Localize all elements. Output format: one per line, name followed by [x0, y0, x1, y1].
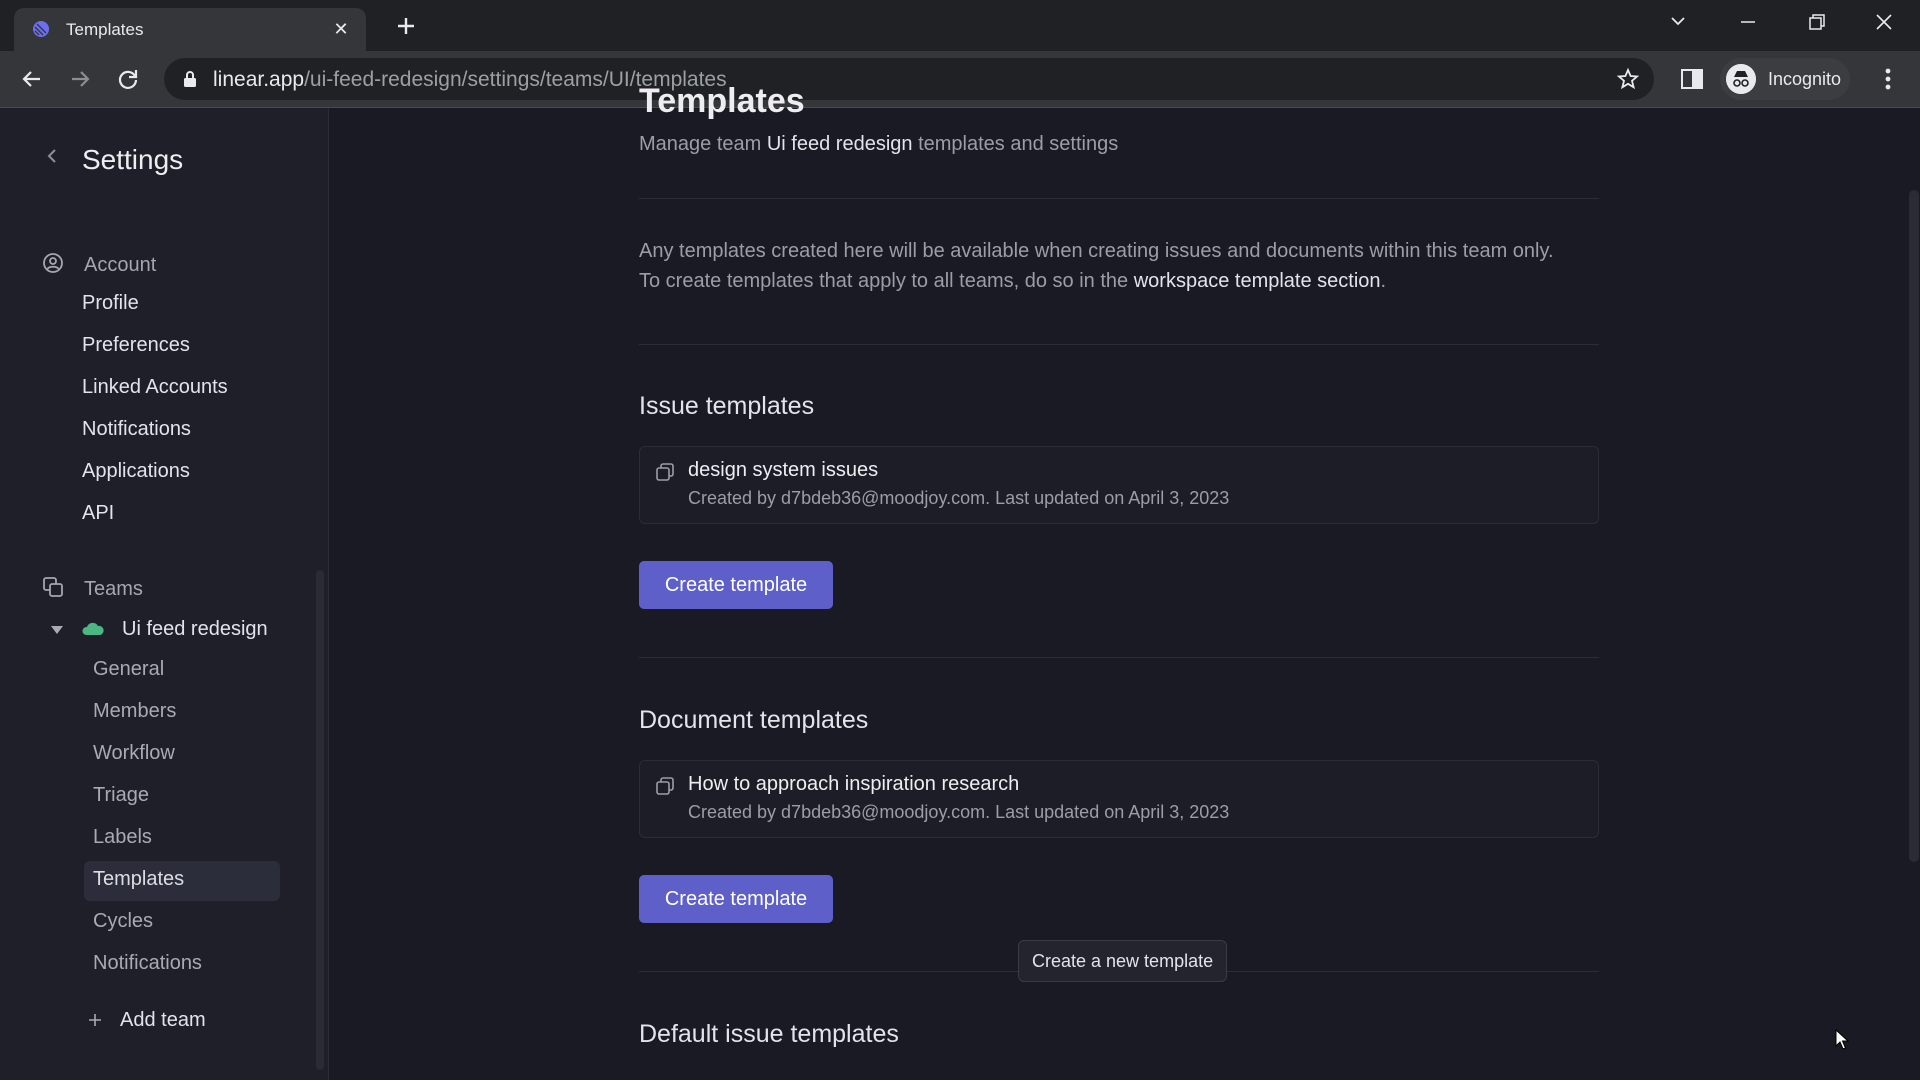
incognito-icon — [1726, 64, 1756, 94]
minimize-icon[interactable] — [1728, 8, 1768, 36]
info-line-1: Any templates created here will be avail… — [639, 240, 1554, 262]
incognito-profile-button[interactable]: Incognito — [1720, 58, 1850, 100]
info-line-2-suffix: . — [1380, 270, 1387, 292]
sidebar-item-api[interactable]: API — [82, 502, 114, 525]
sidebar-item-linked-accounts[interactable]: Linked Accounts — [82, 376, 228, 399]
template-name: design system issues — [688, 459, 879, 481]
forward-icon[interactable] — [66, 65, 94, 93]
reload-icon[interactable] — [114, 65, 142, 93]
divider — [639, 657, 1599, 658]
subtitle-suffix: templates and settings — [918, 133, 1119, 155]
sidebar-item-cycles[interactable]: Cycles — [93, 910, 153, 933]
browser-toolbar: linear.app/ui-feed-redesign/settings/tea… — [0, 51, 1920, 108]
plus-icon — [89, 1014, 101, 1026]
sidebar-title: Settings — [82, 144, 184, 175]
team-row-ui-feed-redesign[interactable]: Ui feed redesign — [46, 614, 306, 646]
create-document-template-button[interactable]: Create template — [639, 875, 833, 923]
page-title: Templates — [639, 82, 805, 120]
linear-logo-icon — [33, 21, 49, 37]
issue-templates-heading: Issue templates — [639, 392, 815, 420]
account-icon — [43, 253, 63, 273]
divider — [639, 198, 1599, 199]
url-host: linear.app — [213, 68, 305, 91]
tab-title: Templates — [66, 20, 144, 39]
browser-tab[interactable]: Templates ✕ — [14, 8, 366, 51]
sidebar-item-profile[interactable]: Profile — [82, 292, 139, 315]
back-chevron-icon[interactable] — [42, 146, 62, 166]
side-panel-icon[interactable] — [1678, 65, 1706, 93]
info-line-2: To create templates that apply to all te… — [639, 266, 1619, 296]
new-tab-icon[interactable] — [392, 12, 420, 40]
browser-tab-bar: Templates ✕ — [0, 0, 1920, 51]
workspace-template-link[interactable]: workspace template section — [1134, 270, 1381, 292]
sidebar-item-labels[interactable]: Labels — [93, 826, 152, 849]
mouse-cursor-icon — [1835, 1029, 1849, 1050]
sidebar-item-workflow[interactable]: Workflow — [93, 742, 175, 765]
caret-down-icon[interactable] — [50, 624, 64, 636]
issue-template-card[interactable]: design system issues Created by d7bdeb36… — [639, 446, 1599, 524]
address-bar[interactable]: linear.app/ui-feed-redesign/settings/tea… — [164, 58, 1654, 100]
default-issue-templates-heading: Default issue templates — [639, 1020, 899, 1048]
sidebar-item-preferences[interactable]: Preferences — [82, 334, 190, 357]
template-meta: Created by d7bdeb36@moodjoy.com. Last up… — [688, 802, 1230, 822]
template-copy-icon — [656, 463, 674, 481]
sidebar-item-general[interactable]: General — [93, 658, 164, 681]
browser-menu-icon[interactable] — [1876, 63, 1900, 95]
add-team-label: Add team — [120, 1009, 206, 1031]
sidebar-scrollbar[interactable] — [316, 570, 324, 1070]
team-name: Ui feed redesign — [122, 618, 268, 640]
document-template-card[interactable]: How to approach inspiration research Cre… — [639, 760, 1599, 838]
template-copy-icon — [656, 777, 674, 795]
sidebar-item-templates[interactable]: Templates — [93, 868, 184, 891]
page-subtitle: Manage team Ui feed redesign templates a… — [639, 133, 1118, 156]
settings-sidebar: Settings Account Profile Preferences Lin… — [0, 108, 329, 1080]
teams-icon — [43, 577, 63, 597]
team-cloud-icon — [82, 622, 104, 635]
lock-icon[interactable] — [182, 70, 198, 88]
sidebar-item-members[interactable]: Members — [93, 700, 176, 723]
subtitle-prefix: Manage team — [639, 133, 762, 155]
document-templates-heading: Document templates — [639, 706, 869, 734]
main-scrollbar[interactable] — [1909, 190, 1919, 862]
template-meta: Created by d7bdeb36@moodjoy.com. Last up… — [688, 488, 1230, 508]
incognito-label: Incognito — [1768, 69, 1842, 89]
template-name: How to approach inspiration research — [688, 773, 1020, 795]
restore-icon[interactable] — [1796, 8, 1836, 36]
subtitle-team-name: Ui feed redesign — [766, 133, 913, 155]
info-text: Any templates created here will be avail… — [639, 236, 1619, 296]
sidebar-item-account-notifications[interactable]: Notifications — [82, 418, 191, 441]
account-section-label: Account — [84, 254, 157, 276]
close-tab-icon[interactable]: ✕ — [330, 18, 352, 40]
sidebar-item-applications[interactable]: Applications — [82, 460, 190, 483]
teams-section-label: Teams — [84, 578, 143, 600]
back-icon[interactable] — [18, 65, 46, 93]
sidebar-item-triage[interactable]: Triage — [93, 784, 149, 807]
info-line-2-prefix: To create templates that apply to all te… — [639, 270, 1129, 292]
tab-search-icon[interactable] — [1658, 8, 1698, 36]
close-window-icon[interactable] — [1864, 8, 1904, 36]
create-issue-template-button[interactable]: Create template — [639, 561, 833, 609]
tooltip: Create a new template — [1018, 940, 1228, 982]
bookmark-star-icon[interactable] — [1616, 67, 1640, 91]
sidebar-item-team-notifications[interactable]: Notifications — [93, 952, 202, 975]
main-content: Templates Manage team Ui feed redesign t… — [329, 82, 1920, 1080]
divider — [639, 344, 1599, 345]
